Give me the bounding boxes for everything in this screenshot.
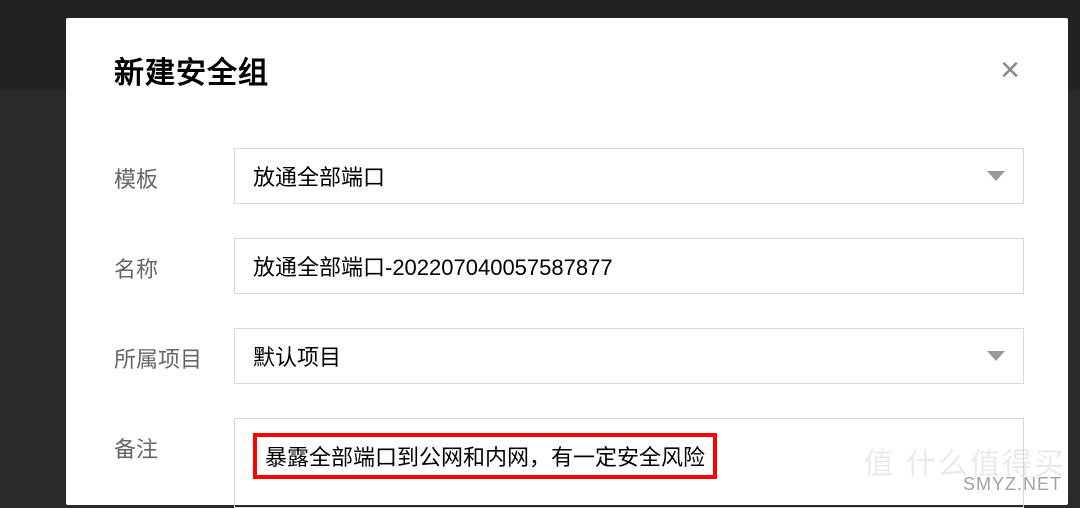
close-icon[interactable]: ×	[996, 49, 1024, 91]
template-select-value: 放通全部端口	[253, 160, 385, 192]
modal-header: 新建安全组 ×	[114, 48, 1024, 92]
remark-highlight: 暴露全部端口到公网和内网，有一定安全风险	[253, 433, 717, 479]
project-label: 所属项目	[114, 328, 234, 374]
name-label: 名称	[114, 238, 234, 284]
remark-textarea[interactable]: 暴露全部端口到公网和内网，有一定安全风险	[234, 418, 1024, 508]
project-row: 所属项目 默认项目	[114, 328, 1024, 384]
template-select[interactable]: 放通全部端口	[234, 148, 1024, 204]
remark-label: 备注	[114, 418, 234, 464]
modal-title: 新建安全组	[114, 48, 269, 92]
name-row: 名称	[114, 238, 1024, 294]
project-select-value: 默认项目	[253, 340, 341, 372]
chevron-down-icon	[987, 351, 1005, 361]
name-input[interactable]	[234, 238, 1024, 294]
project-select[interactable]: 默认项目	[234, 328, 1024, 384]
remark-text: 暴露全部端口到公网和内网，有一定安全风险	[265, 445, 705, 470]
template-label: 模板	[114, 148, 234, 194]
create-security-group-modal: 新建安全组 × 模板 放通全部端口 名称 所属项目 默认项目 备注	[66, 18, 1068, 505]
template-row: 模板 放通全部端口	[114, 148, 1024, 204]
chevron-down-icon	[987, 171, 1005, 181]
remark-row: 备注 暴露全部端口到公网和内网，有一定安全风险	[114, 418, 1024, 508]
